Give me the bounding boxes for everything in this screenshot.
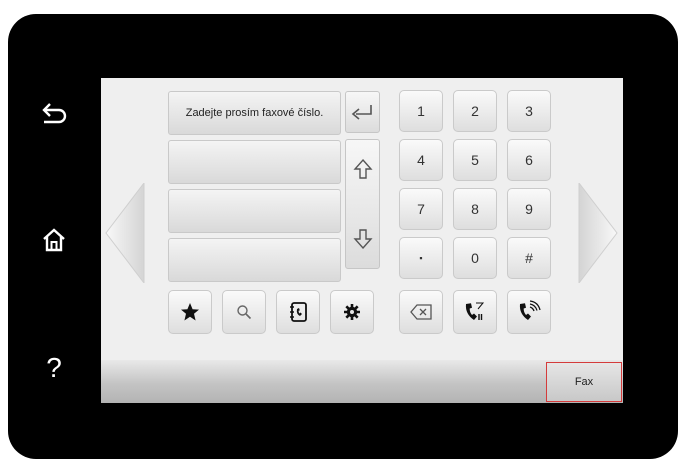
address-book-button[interactable]: [276, 290, 320, 334]
status-bar: [101, 360, 623, 403]
phone-call-icon: [519, 300, 541, 320]
on-hook-dial-button[interactable]: [453, 290, 497, 334]
address-book-icon: [290, 302, 307, 322]
key-8[interactable]: 8: [453, 188, 497, 230]
key-7[interactable]: 7: [399, 188, 443, 230]
star-icon: [181, 303, 199, 321]
fax-number-line-4[interactable]: [168, 238, 341, 282]
key-5[interactable]: 5: [453, 139, 497, 181]
back-button[interactable]: [26, 85, 82, 141]
favorites-button[interactable]: [168, 290, 212, 334]
fax-number-line-2[interactable]: [168, 140, 341, 184]
backspace-icon: [410, 304, 432, 320]
key-pause[interactable]: ▪: [399, 237, 443, 279]
fax-number-prompt: Zadejte prosím faxové číslo.: [185, 107, 324, 119]
on-hook-phone-icon: [465, 302, 485, 320]
scroll-up-icon[interactable]: [352, 158, 373, 180]
home-icon: [43, 228, 65, 252]
scroll-down-icon[interactable]: [352, 228, 373, 250]
key-4[interactable]: 4: [399, 139, 443, 181]
key-9[interactable]: 9: [507, 188, 551, 230]
back-arrow-icon: [42, 103, 67, 124]
search-button[interactable]: [222, 290, 266, 334]
search-icon: [237, 305, 252, 320]
key-hash[interactable]: #: [507, 237, 551, 279]
enter-icon: [351, 105, 372, 120]
gear-icon: [344, 304, 360, 320]
home-button[interactable]: [26, 212, 82, 268]
key-2[interactable]: 2: [453, 90, 497, 132]
key-0[interactable]: 0: [453, 237, 497, 279]
fax-tab-label: Fax: [574, 376, 594, 388]
key-6[interactable]: 6: [507, 139, 551, 181]
fax-mode-tab[interactable]: Fax: [546, 362, 622, 402]
start-fax-button[interactable]: [507, 290, 551, 334]
key-3[interactable]: 3: [507, 90, 551, 132]
page-right-arrow[interactable]: [577, 183, 619, 283]
key-1[interactable]: 1: [399, 90, 443, 132]
fax-number-field[interactable]: Zadejte prosím faxové číslo.: [168, 91, 341, 135]
help-label: ?: [46, 352, 62, 383]
settings-button[interactable]: [330, 290, 374, 334]
fax-number-line-3[interactable]: [168, 189, 341, 233]
help-button[interactable]: ?: [26, 340, 82, 396]
scroll-panel: [345, 91, 380, 269]
touch-screen: Zadejte prosím faxové číslo. 1 2 3 4 5 6…: [101, 78, 623, 403]
enter-button[interactable]: [345, 91, 380, 133]
backspace-button[interactable]: [399, 290, 443, 334]
scroll-control[interactable]: [345, 139, 380, 269]
page-left-arrow[interactable]: [104, 183, 146, 283]
